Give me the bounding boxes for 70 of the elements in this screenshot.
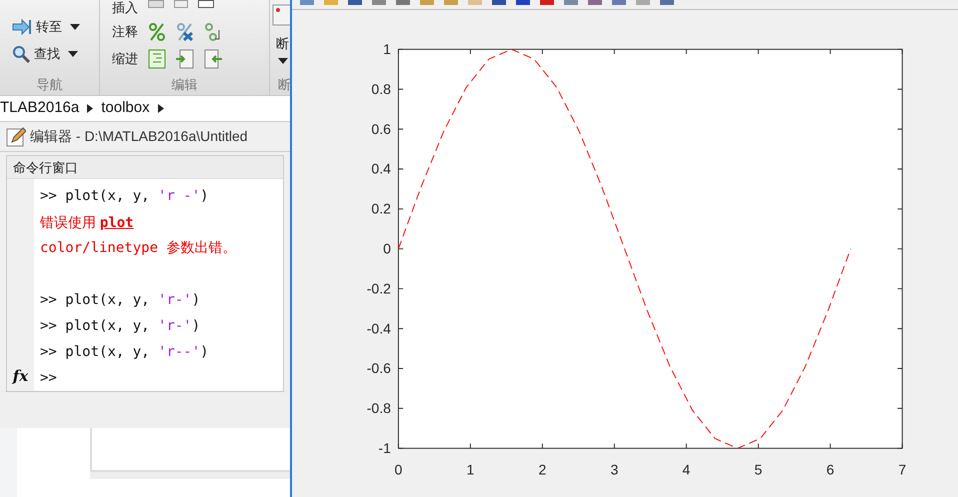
chevron-icon — [87, 104, 94, 113]
toolbar-icon[interactable] — [324, 0, 338, 5]
error-message: 错误使用 plot — [40, 213, 135, 233]
function-button[interactable]: fx — [12, 364, 28, 387]
tick-label: 3 — [610, 462, 618, 478]
tick-label: 0 — [394, 462, 402, 478]
tick-label: 4 — [682, 462, 690, 478]
arrow-icon — [12, 18, 32, 36]
toolbar-icon[interactable] — [660, 0, 674, 5]
prompt: >> — [40, 369, 57, 388]
tick-label: 5 — [754, 462, 762, 478]
toolbar-icon[interactable] — [444, 0, 458, 5]
tick-label: 0.8 — [371, 80, 391, 97]
tick-label: 0 — [383, 240, 391, 256]
error-message: color/linetype 参数出错。 — [40, 239, 238, 258]
toolbar-icon[interactable] — [348, 0, 362, 5]
indent-icon[interactable] — [176, 48, 194, 68]
toolbar-icon[interactable] — [396, 0, 410, 5]
path-segment[interactable]: toolbox — [101, 97, 150, 120]
toolbar-icon[interactable] — [468, 0, 482, 5]
command-line: >> plot(x, y, 'r--') — [40, 343, 210, 362]
ribbon-label: 插入 — [112, 0, 139, 16]
tick-label: 1 — [466, 462, 474, 478]
group-label: 导航 — [36, 76, 64, 94]
toolbar-icon[interactable] — [540, 0, 554, 5]
command-line: >> plot(x, y, 'r-') — [40, 317, 202, 336]
tick-label: 2 — [538, 462, 546, 478]
toolbar-icon[interactable] — [564, 0, 578, 5]
tick-label: 7 — [898, 462, 906, 478]
toolbar-icon[interactable] — [516, 0, 530, 5]
toolbar-icon[interactable] — [588, 0, 602, 5]
tick-label: 6 — [826, 462, 834, 478]
ribbon-label: 缩进 — [112, 50, 139, 66]
ribbon-label: 注释 — [112, 24, 139, 40]
toolbar-icon[interactable] — [372, 0, 386, 5]
outdent-icon[interactable] — [204, 48, 222, 68]
toolbar-icon[interactable] — [300, 0, 314, 5]
function-link[interactable]: plot — [100, 215, 134, 231]
toolbar-icon[interactable] — [636, 0, 650, 5]
wrap-comment-icon[interactable] — [204, 22, 222, 42]
comment-icon[interactable] — [148, 22, 166, 42]
tick-label: 0.6 — [371, 120, 391, 137]
toolbar-icon[interactable] — [420, 0, 434, 5]
tick-label: -1 — [378, 440, 391, 456]
search-icon — [12, 45, 30, 63]
smart-indent-icon[interactable] — [148, 48, 166, 68]
tick-label: -0.8 — [366, 400, 391, 416]
ribbon-button[interactable]: 查找 — [8, 41, 91, 67]
toolbar-icon[interactable] — [612, 0, 626, 5]
chevron-icon — [158, 104, 164, 113]
tick-label: -0.2 — [366, 280, 391, 296]
ribbon-button[interactable]: 转至 — [8, 14, 91, 40]
caret-icon — [70, 24, 80, 30]
toolbar-icon[interactable] — [492, 0, 506, 5]
command-line: >> plot(x, y, 'r-') — [40, 291, 202, 310]
tick-label: -0.6 — [366, 360, 391, 376]
path-segment[interactable]: TLAB2016a — [0, 97, 80, 120]
pencil-icon — [6, 126, 26, 146]
tick-label: 1 — [383, 41, 391, 58]
tick-label: 0.2 — [371, 200, 391, 217]
tick-label: -0.4 — [366, 320, 391, 336]
uncomment-icon[interactable] — [176, 22, 194, 42]
group-label: 编辑 — [170, 76, 198, 94]
ribbon-button[interactable]: 断 — [276, 34, 289, 54]
panel-title: 命令行窗口 — [7, 156, 283, 179]
command-line: >> plot(x, y, 'r -') — [40, 187, 210, 206]
editor-title: 编辑器 - D:\MATLAB2016a\Untitled — [30, 127, 248, 146]
tick-label: 0.4 — [371, 160, 391, 177]
caret-icon — [278, 58, 288, 64]
caret-icon — [68, 51, 78, 57]
